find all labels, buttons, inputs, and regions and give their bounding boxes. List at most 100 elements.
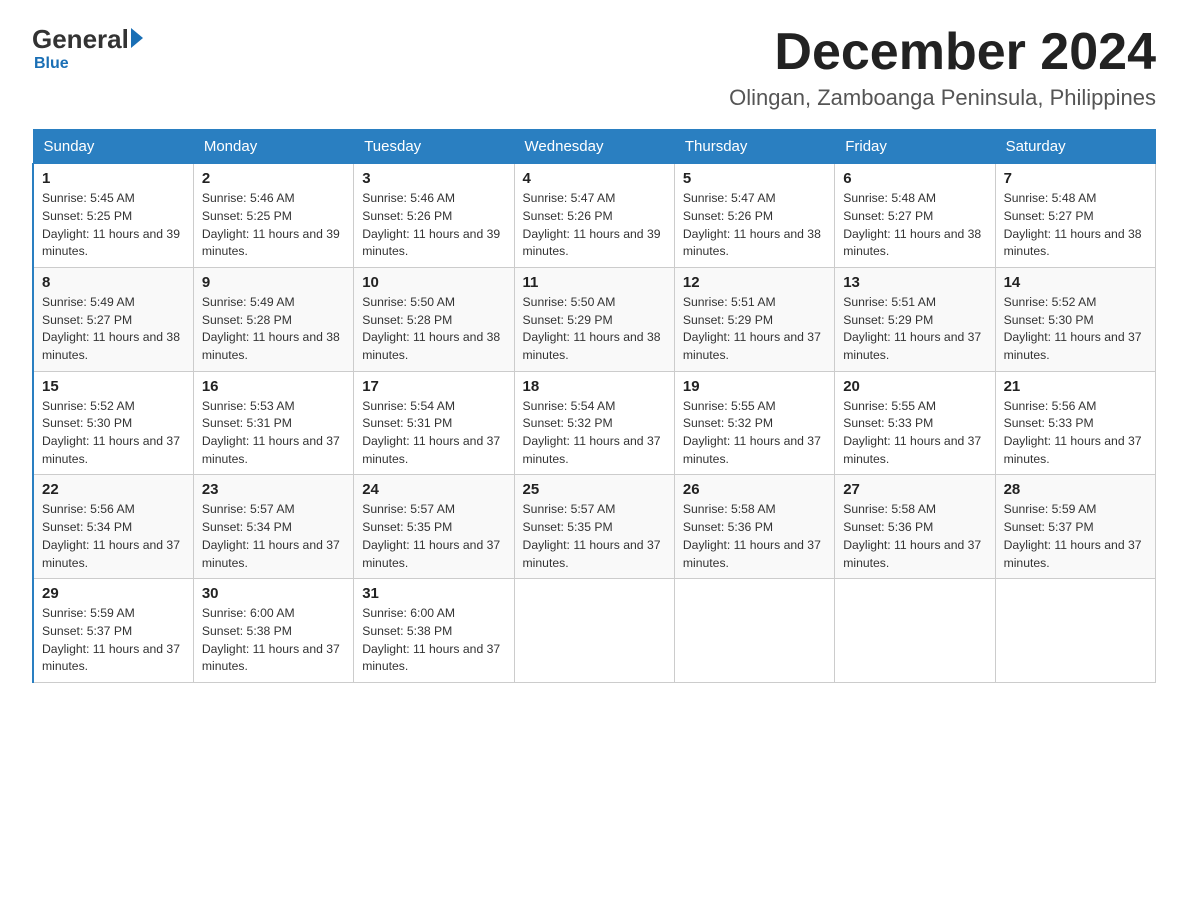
week-row-3: 15 Sunrise: 5:52 AMSunset: 5:30 PMDayligh… xyxy=(33,371,1156,475)
day-number: 18 xyxy=(523,378,666,395)
day-cell-7: 7 Sunrise: 5:48 AMSunset: 5:27 PMDaylight… xyxy=(995,164,1155,268)
day-cell-20: 20 Sunrise: 5:55 AMSunset: 5:33 PMDayligh… xyxy=(835,371,995,475)
day-number: 3 xyxy=(362,170,505,187)
day-number: 2 xyxy=(202,170,345,187)
title-area: December 2024 Olingan, Zamboanga Peninsu… xyxy=(729,24,1156,111)
day-info: Sunrise: 6:00 AMSunset: 5:38 PMDaylight:… xyxy=(362,605,505,676)
header-wednesday: Wednesday xyxy=(514,130,674,164)
day-cell-2: 2 Sunrise: 5:46 AMSunset: 5:25 PMDaylight… xyxy=(193,164,353,268)
day-number: 17 xyxy=(362,378,505,395)
day-number: 6 xyxy=(843,170,986,187)
logo: General Blue xyxy=(32,24,143,73)
day-number: 22 xyxy=(42,481,185,498)
day-info: Sunrise: 5:48 AMSunset: 5:27 PMDaylight:… xyxy=(843,190,986,261)
day-cell-28: 28 Sunrise: 5:59 AMSunset: 5:37 PMDayligh… xyxy=(995,475,1155,579)
day-cell-23: 23 Sunrise: 5:57 AMSunset: 5:34 PMDayligh… xyxy=(193,475,353,579)
empty-cell xyxy=(995,579,1155,683)
day-number: 19 xyxy=(683,378,826,395)
day-cell-1: 1 Sunrise: 5:45 AMSunset: 5:25 PMDaylight… xyxy=(33,164,193,268)
day-cell-15: 15 Sunrise: 5:52 AMSunset: 5:30 PMDayligh… xyxy=(33,371,193,475)
header-thursday: Thursday xyxy=(674,130,834,164)
day-info: Sunrise: 5:50 AMSunset: 5:28 PMDaylight:… xyxy=(362,294,505,365)
day-number: 30 xyxy=(202,585,345,602)
day-info: Sunrise: 5:53 AMSunset: 5:31 PMDaylight:… xyxy=(202,398,345,469)
page-header: General Blue December 2024 Olingan, Zamb… xyxy=(32,24,1156,111)
day-info: Sunrise: 5:55 AMSunset: 5:33 PMDaylight:… xyxy=(843,398,986,469)
day-info: Sunrise: 5:59 AMSunset: 5:37 PMDaylight:… xyxy=(1004,501,1147,572)
day-cell-26: 26 Sunrise: 5:58 AMSunset: 5:36 PMDayligh… xyxy=(674,475,834,579)
day-number: 23 xyxy=(202,481,345,498)
day-number: 21 xyxy=(1004,378,1147,395)
logo-arrow-icon xyxy=(131,28,143,48)
day-number: 31 xyxy=(362,585,505,602)
header-friday: Friday xyxy=(835,130,995,164)
day-number: 9 xyxy=(202,274,345,291)
day-info: Sunrise: 5:52 AMSunset: 5:30 PMDaylight:… xyxy=(42,398,185,469)
empty-cell xyxy=(674,579,834,683)
day-number: 26 xyxy=(683,481,826,498)
day-cell-17: 17 Sunrise: 5:54 AMSunset: 5:31 PMDayligh… xyxy=(354,371,514,475)
day-number: 10 xyxy=(362,274,505,291)
day-number: 5 xyxy=(683,170,826,187)
day-info: Sunrise: 5:48 AMSunset: 5:27 PMDaylight:… xyxy=(1004,190,1147,261)
day-info: Sunrise: 5:50 AMSunset: 5:29 PMDaylight:… xyxy=(523,294,666,365)
day-info: Sunrise: 5:46 AMSunset: 5:26 PMDaylight:… xyxy=(362,190,505,261)
day-cell-4: 4 Sunrise: 5:47 AMSunset: 5:26 PMDaylight… xyxy=(514,164,674,268)
day-info: Sunrise: 5:58 AMSunset: 5:36 PMDaylight:… xyxy=(683,501,826,572)
day-info: Sunrise: 6:00 AMSunset: 5:38 PMDaylight:… xyxy=(202,605,345,676)
day-cell-18: 18Sunrise: 5:54 AMSunset: 5:32 PMDayligh… xyxy=(514,371,674,475)
month-title: December 2024 xyxy=(729,24,1156,81)
header-saturday: Saturday xyxy=(995,130,1155,164)
day-cell-9: 9 Sunrise: 5:49 AMSunset: 5:28 PMDaylight… xyxy=(193,267,353,371)
day-info: Sunrise: 5:55 AMSunset: 5:32 PMDaylight:… xyxy=(683,398,826,469)
header-sunday: Sunday xyxy=(33,130,193,164)
empty-cell xyxy=(835,579,995,683)
day-number: 7 xyxy=(1004,170,1147,187)
day-cell-13: 13 Sunrise: 5:51 AMSunset: 5:29 PMDayligh… xyxy=(835,267,995,371)
day-number: 20 xyxy=(843,378,986,395)
day-number: 27 xyxy=(843,481,986,498)
day-info: Sunrise: 5:49 AMSunset: 5:28 PMDaylight:… xyxy=(202,294,345,365)
day-info: Sunrise: 5:51 AMSunset: 5:29 PMDaylight:… xyxy=(843,294,986,365)
day-info: Sunrise: 5:46 AMSunset: 5:25 PMDaylight:… xyxy=(202,190,345,261)
week-row-1: 1 Sunrise: 5:45 AMSunset: 5:25 PMDaylight… xyxy=(33,164,1156,268)
day-cell-25: 25Sunrise: 5:57 AMSunset: 5:35 PMDayligh… xyxy=(514,475,674,579)
day-number: 4 xyxy=(523,170,666,187)
week-row-4: 22 Sunrise: 5:56 AMSunset: 5:34 PMDayligh… xyxy=(33,475,1156,579)
day-info: Sunrise: 5:59 AMSunset: 5:37 PMDaylight:… xyxy=(42,605,185,676)
day-cell-21: 21Sunrise: 5:56 AMSunset: 5:33 PMDayligh… xyxy=(995,371,1155,475)
day-cell-10: 10 Sunrise: 5:50 AMSunset: 5:28 PMDayligh… xyxy=(354,267,514,371)
day-info: Sunrise: 5:49 AMSunset: 5:27 PMDaylight:… xyxy=(42,294,185,365)
day-cell-24: 24Sunrise: 5:57 AMSunset: 5:35 PMDayligh… xyxy=(354,475,514,579)
day-number: 15 xyxy=(42,378,185,395)
day-info: Sunrise: 5:56 AMSunset: 5:34 PMDaylight:… xyxy=(42,501,185,572)
day-cell-11: 11 Sunrise: 5:50 AMSunset: 5:29 PMDayligh… xyxy=(514,267,674,371)
day-info: Sunrise: 5:57 AMSunset: 5:35 PMDaylight:… xyxy=(362,501,505,572)
location-title: Olingan, Zamboanga Peninsula, Philippine… xyxy=(729,85,1156,111)
header-monday: Monday xyxy=(193,130,353,164)
day-number: 29 xyxy=(42,585,185,602)
day-number: 11 xyxy=(523,274,666,291)
day-info: Sunrise: 5:54 AMSunset: 5:31 PMDaylight:… xyxy=(362,398,505,469)
day-cell-8: 8Sunrise: 5:49 AMSunset: 5:27 PMDaylight… xyxy=(33,267,193,371)
logo-blue: Blue xyxy=(34,55,69,72)
day-cell-31: 31 Sunrise: 6:00 AMSunset: 5:38 PMDayligh… xyxy=(354,579,514,683)
day-cell-14: 14Sunrise: 5:52 AMSunset: 5:30 PMDayligh… xyxy=(995,267,1155,371)
empty-cell xyxy=(514,579,674,683)
day-cell-22: 22 Sunrise: 5:56 AMSunset: 5:34 PMDayligh… xyxy=(33,475,193,579)
day-cell-6: 6 Sunrise: 5:48 AMSunset: 5:27 PMDaylight… xyxy=(835,164,995,268)
day-info: Sunrise: 5:57 AMSunset: 5:34 PMDaylight:… xyxy=(202,501,345,572)
day-cell-16: 16Sunrise: 5:53 AMSunset: 5:31 PMDayligh… xyxy=(193,371,353,475)
day-number: 13 xyxy=(843,274,986,291)
day-info: Sunrise: 5:45 AMSunset: 5:25 PMDaylight:… xyxy=(42,190,185,261)
day-cell-12: 12Sunrise: 5:51 AMSunset: 5:29 PMDayligh… xyxy=(674,267,834,371)
day-number: 12 xyxy=(683,274,826,291)
day-number: 1 xyxy=(42,170,185,187)
day-number: 25 xyxy=(523,481,666,498)
day-cell-3: 3 Sunrise: 5:46 AMSunset: 5:26 PMDaylight… xyxy=(354,164,514,268)
day-number: 28 xyxy=(1004,481,1147,498)
day-info: Sunrise: 5:47 AMSunset: 5:26 PMDaylight:… xyxy=(683,190,826,261)
day-info: Sunrise: 5:47 AMSunset: 5:26 PMDaylight:… xyxy=(523,190,666,261)
calendar-table: SundayMondayTuesdayWednesdayThursdayFrid… xyxy=(32,129,1156,683)
day-cell-27: 27Sunrise: 5:58 AMSunset: 5:36 PMDayligh… xyxy=(835,475,995,579)
